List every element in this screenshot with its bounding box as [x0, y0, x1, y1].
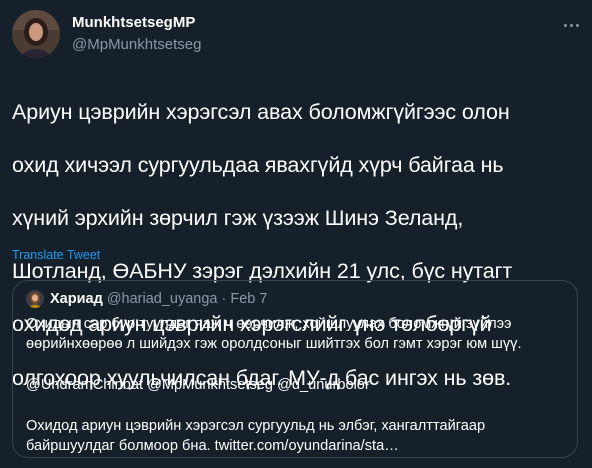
more-options-button[interactable]: [558, 12, 584, 38]
author-info[interactable]: MunkhtsetsegMP @MpMunkhtsetseg: [72, 13, 201, 55]
translate-tweet-link[interactable]: Translate Tweet: [12, 248, 100, 262]
tweet-text-line: Ариун цэврийн хэрэгсэл авах боломжгүйгээ…: [12, 99, 510, 124]
quoted-text-blank: [26, 396, 566, 416]
tweet-text-line: хүний эрхийн зөрчил гэж үзээж Шинэ Зелан…: [12, 205, 464, 230]
quoted-tweet-text: Охидын сар бүр туулдаг яаж ч өөрчилж, хо…: [26, 314, 566, 457]
quoted-tweet[interactable]: Хариад @hariad_uyanga · Feb 7 Охидын сар…: [12, 280, 578, 458]
quoted-text-line: Охидын сар бүр туулдаг яаж ч өөрчилж, хо…: [26, 316, 512, 332]
more-dots-icon: [563, 23, 567, 27]
quoted-separator: ·: [221, 291, 227, 307]
quoted-text-blank: [26, 355, 566, 375]
quoted-tweet-header: Хариад @hariad_uyanga · Feb 7: [50, 290, 267, 308]
quoted-text-line: байршуулдаг болмоор бна. twitter.com/oyu…: [26, 438, 399, 455]
author-avatar[interactable]: [12, 10, 60, 58]
tweet-card: MunkhtsetsegMP @MpMunkhtsetseg Ариун цэв…: [0, 0, 592, 468]
quoted-mentions: @UndramChinbat @MpMunkhtsetseg @d_unurbo…: [26, 377, 370, 394]
quoted-handle: @hariad_uyanga: [106, 291, 218, 307]
author-handle[interactable]: @MpMunkhtsetseg: [72, 35, 201, 55]
quoted-author-avatar: [26, 290, 44, 308]
author-display-name[interactable]: MunkhtsetsegMP: [72, 13, 201, 33]
quoted-text-line: Охидод ариун цэврийн хэрэгсэл сургуульд …: [26, 418, 486, 435]
quoted-date: Feb 7: [230, 291, 268, 307]
quoted-display-name: Хариад: [50, 291, 103, 307]
quoted-text-line: өөрийнхөөрөө л шийдэх гэж оролдсоныг ший…: [26, 336, 522, 353]
tweet-text-line: охид хичээл сургуульдаа явахгүйд хүрч ба…: [12, 152, 504, 177]
